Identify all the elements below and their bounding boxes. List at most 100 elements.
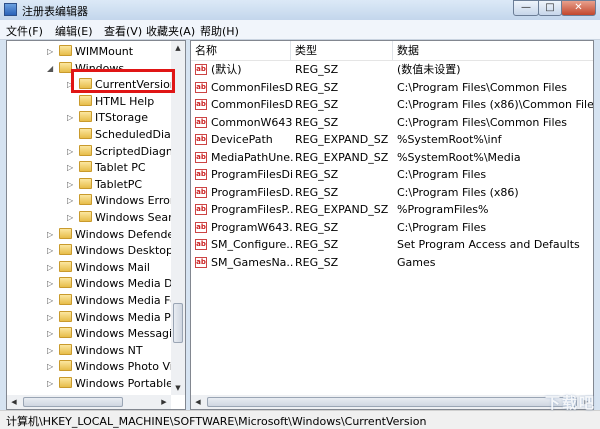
menu-favorites[interactable]: 收藏夹(A) bbox=[146, 23, 195, 39]
collapse-arrow-icon[interactable]: ◢ bbox=[47, 61, 53, 77]
tree-item[interactable]: ▷ ScriptedDiagno bbox=[67, 144, 180, 160]
value-row[interactable]: ab CommonFilesDir REG_SZ C:\Program Files\C… bbox=[191, 79, 593, 96]
value-type: REG_SZ bbox=[295, 185, 339, 199]
expand-arrow-icon[interactable]: ▷ bbox=[47, 310, 53, 326]
value-data: Set Program Access and Defaults bbox=[397, 238, 580, 251]
tree-item[interactable]: ▷ WIMMount bbox=[47, 44, 133, 60]
scroll-right-icon[interactable]: ▶ bbox=[157, 395, 171, 409]
tree-item-label: Tablet PC bbox=[95, 161, 146, 175]
expand-arrow-icon[interactable]: ▷ bbox=[47, 276, 53, 292]
value-row[interactable]: ab CommonFilesD...REG_SZ C:\Program Files … bbox=[191, 96, 593, 113]
status-bar: 计算机\HKEY_LOCAL_MACHINE\SOFTWARE\Microsof… bbox=[0, 410, 600, 429]
tree-item[interactable]: ▷ Windows NT bbox=[47, 343, 143, 359]
value-name: (默认) bbox=[211, 63, 242, 76]
tree-item[interactable]: ▷ Windows Desktop bbox=[47, 243, 173, 259]
expand-arrow-icon[interactable]: ▷ bbox=[67, 210, 73, 226]
expand-arrow-icon[interactable]: ▷ bbox=[47, 293, 53, 309]
values-hscroll-thumb[interactable] bbox=[207, 397, 577, 407]
tree-item[interactable]: ▷ Windows Error bbox=[67, 193, 174, 209]
column-header-name[interactable]: 名称 bbox=[191, 41, 291, 60]
scroll-down-icon[interactable]: ▼ bbox=[172, 381, 184, 395]
expand-arrow-icon[interactable]: ▷ bbox=[47, 343, 53, 359]
value-type: REG_SZ bbox=[295, 168, 339, 181]
tree-vertical-scrollbar[interactable]: ▲ ▼ bbox=[171, 41, 185, 395]
tree-item[interactable]: HTML Help bbox=[79, 94, 154, 110]
string-value-icon: ab bbox=[195, 186, 207, 198]
string-value-icon: ab bbox=[195, 256, 207, 268]
menu-help[interactable]: 帮助(H) bbox=[200, 23, 239, 39]
tree-item[interactable]: ▷ Windows Mail bbox=[47, 260, 150, 276]
tree-item-label: HTML Help bbox=[95, 94, 155, 108]
tree-item-label: Windows NT bbox=[75, 343, 143, 357]
tree-item[interactable]: ▷ Windows Portable bbox=[47, 376, 173, 392]
expand-arrow-icon[interactable]: ▷ bbox=[67, 144, 73, 160]
value-row[interactable]: ab ProgramFilesD... REG_SZ C:\Program Files… bbox=[191, 184, 593, 201]
minimize-button[interactable]: — bbox=[513, 0, 539, 16]
tree-scroll-thumb[interactable] bbox=[173, 303, 183, 343]
string-value-icon: ab bbox=[195, 81, 207, 93]
title-bar[interactable]: 注册表编辑器 — □ ✕ bbox=[0, 0, 600, 20]
tree-item[interactable]: ScheduledDiagr bbox=[79, 127, 182, 143]
tree-item[interactable]: ▷ Windows Photo Vie bbox=[47, 359, 180, 375]
value-data: Games bbox=[397, 255, 436, 269]
tree-item[interactable]: ▷ Tablet PC bbox=[67, 160, 146, 176]
value-row[interactable]: ab SM_Configure... REG_SZ Set Program Acces… bbox=[191, 236, 593, 253]
value-row[interactable]: ab DevicePath REG_EXPAND_SZ %SystemRoot%\in… bbox=[191, 131, 593, 148]
value-row[interactable]: ab ProgramW643... REG_SZ C:\Program Files bbox=[191, 219, 593, 236]
menu-edit[interactable]: 编辑(E) bbox=[55, 23, 93, 39]
tree-hscroll-thumb[interactable] bbox=[23, 397, 123, 407]
expand-arrow-icon[interactable]: ▷ bbox=[47, 359, 53, 375]
value-row[interactable]: ab ProgramFilesP... REG_EXPAND_SZ %ProgramF… bbox=[191, 201, 593, 218]
value-row[interactable]: ab CommonW643...REG_SZ C:\Program Files\Co… bbox=[191, 114, 593, 131]
value-row[interactable]: ab (默认) REG_SZ (数值未设置) bbox=[191, 61, 593, 78]
expand-arrow-icon[interactable]: ▷ bbox=[47, 227, 53, 243]
tree-item[interactable]: ▷ Windows Searc bbox=[67, 210, 179, 226]
tree-item[interactable]: ▷ ITStorage bbox=[67, 110, 148, 126]
tree-item[interactable]: ▷ Windows Media D bbox=[47, 276, 173, 292]
value-name: CommonFilesD... bbox=[211, 98, 293, 111]
folder-icon bbox=[59, 327, 72, 339]
annotation-highlight-box bbox=[71, 69, 175, 93]
value-data: C:\Program Files (x86) bbox=[397, 185, 519, 199]
value-row[interactable]: ab SM_GamesNa... REG_SZ Games bbox=[191, 254, 593, 271]
column-header-data[interactable]: 数据 bbox=[393, 41, 593, 60]
menu-file[interactable]: 文件(F) bbox=[6, 23, 43, 39]
tree-item[interactable]: ▷ TabletPC bbox=[67, 177, 142, 193]
tree-item-label: Windows Searc bbox=[95, 211, 179, 224]
expand-arrow-icon[interactable]: ▷ bbox=[67, 193, 73, 209]
tree-item[interactable]: ▷ Windows Media Fo bbox=[47, 293, 177, 309]
maximize-button[interactable]: □ bbox=[538, 0, 562, 16]
string-value-icon: ab bbox=[195, 116, 207, 128]
close-button[interactable]: ✕ bbox=[561, 0, 596, 16]
value-type: REG_SZ bbox=[295, 98, 339, 111]
expand-arrow-icon[interactable]: ▷ bbox=[67, 177, 73, 193]
folder-icon bbox=[79, 211, 92, 222]
scroll-up-icon[interactable]: ▲ bbox=[172, 41, 184, 55]
value-row[interactable]: ab MediaPathUne... REG_EXPAND_SZ %SystemRoo… bbox=[191, 149, 593, 166]
value-row[interactable]: ab ProgramFilesDir REG_SZ C:\Program Files bbox=[191, 166, 593, 183]
expand-arrow-icon[interactable]: ▷ bbox=[47, 376, 53, 392]
window-title: 注册表编辑器 bbox=[22, 5, 88, 18]
expand-arrow-icon[interactable]: ▷ bbox=[47, 260, 53, 276]
value-name: ProgramFilesDir bbox=[211, 168, 293, 181]
scroll-left-icon[interactable]: ◀ bbox=[191, 395, 205, 409]
value-data: C:\Program Files\Common Files bbox=[397, 80, 568, 94]
values-horizontal-scrollbar[interactable]: ◀ ▶ bbox=[191, 395, 593, 409]
tree-horizontal-scrollbar[interactable]: ◀ ▶ bbox=[7, 395, 171, 409]
tree-item[interactable]: ▷ Windows Messagin bbox=[47, 326, 179, 342]
value-name: ProgramFilesD... bbox=[211, 185, 293, 199]
registry-editor-window: 注册表编辑器 — □ ✕ 文件(F) 编辑(E) 查看(V) 收藏夹(A) 帮助… bbox=[0, 0, 600, 429]
expand-arrow-icon[interactable]: ▷ bbox=[47, 243, 53, 259]
watermark-logo: 下载吧 bbox=[544, 394, 596, 412]
value-type: REG_SZ bbox=[295, 238, 339, 251]
expand-arrow-icon[interactable]: ▷ bbox=[67, 110, 73, 126]
string-value-icon: ab bbox=[195, 204, 207, 215]
menu-view[interactable]: 查看(V) bbox=[104, 23, 142, 39]
expand-arrow-icon[interactable]: ▷ bbox=[47, 44, 53, 60]
expand-arrow-icon[interactable]: ▷ bbox=[47, 326, 53, 342]
tree-item[interactable]: ▷ Windows Defender bbox=[47, 227, 179, 243]
scroll-left-icon[interactable]: ◀ bbox=[7, 395, 21, 409]
expand-arrow-icon[interactable]: ▷ bbox=[67, 160, 73, 176]
tree-item[interactable]: ▷ Windows Media Pl bbox=[47, 310, 174, 326]
column-header-type[interactable]: 类型 bbox=[291, 41, 393, 60]
